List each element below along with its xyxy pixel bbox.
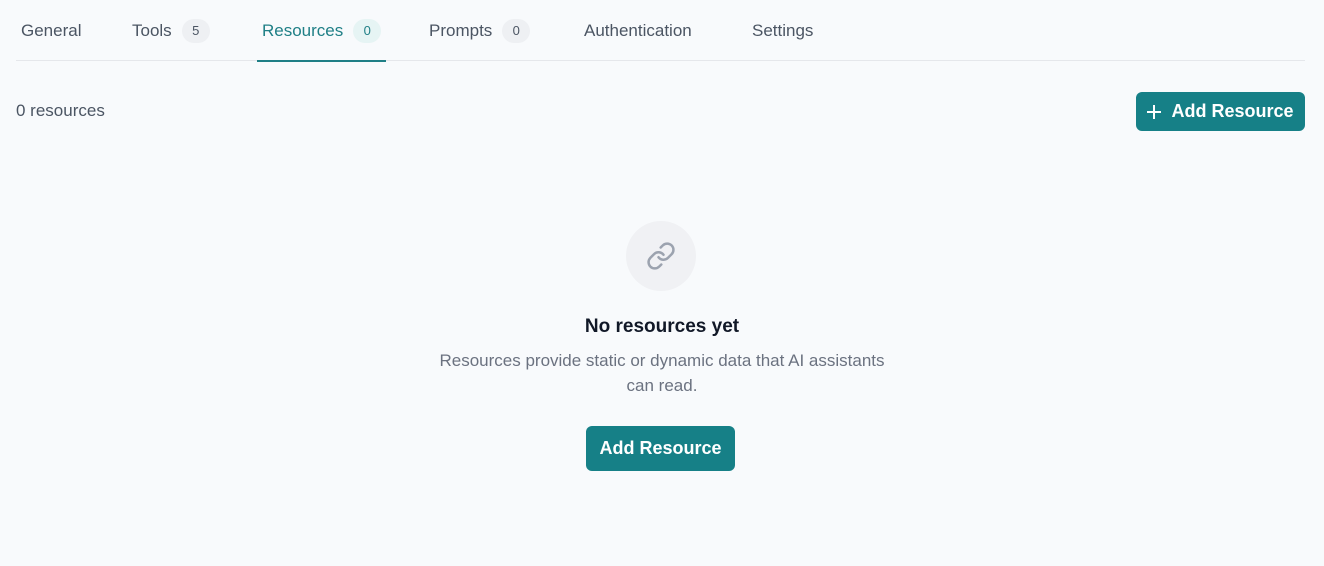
tab-authentication-label: Authentication — [584, 20, 692, 40]
tab-prompts[interactable]: Prompts 0 — [429, 0, 531, 61]
link-icon — [626, 221, 696, 291]
tab-settings-label: Settings — [752, 20, 814, 40]
add-resource-button-label: Add Resource — [1171, 101, 1294, 121]
tab-resources-count-badge: 0 — [353, 18, 382, 43]
resources-page: General Tools 5 Resources 0 Prompts 0 Au… — [0, 0, 1324, 566]
empty-state-description-line-2: can read. — [626, 376, 698, 395]
add-resource-button[interactable]: Add Resource — [1136, 92, 1305, 131]
tab-general[interactable]: General — [21, 0, 81, 61]
tab-settings[interactable]: Settings — [752, 0, 813, 61]
tab-resources[interactable]: Resources 0 — [256, 0, 387, 62]
tab-authentication[interactable]: Authentication — [584, 0, 692, 61]
empty-state-add-resource-button[interactable]: Add Resource — [586, 426, 735, 471]
resource-count: 0 resources — [16, 101, 105, 120]
empty-state-description: Resources provide static or dynamic data… — [432, 348, 892, 398]
tab-prompts-count-badge: 0 — [502, 18, 531, 43]
tab-prompts-label: Prompts — [429, 20, 493, 40]
empty-state-title: No resources yet — [584, 316, 740, 337]
tab-tools-count-badge: 5 — [181, 18, 210, 43]
tab-bar: General Tools 5 Resources 0 Prompts 0 Au… — [16, 0, 1305, 62]
plus-icon — [1147, 104, 1162, 119]
tab-resources-label: Resources — [262, 20, 344, 40]
tab-tools-label: Tools — [132, 20, 172, 40]
empty-state-description-line-1: Resources provide static or dynamic data… — [439, 351, 885, 370]
tab-general-label: General — [21, 20, 82, 40]
tab-tools[interactable]: Tools 5 — [132, 0, 210, 61]
